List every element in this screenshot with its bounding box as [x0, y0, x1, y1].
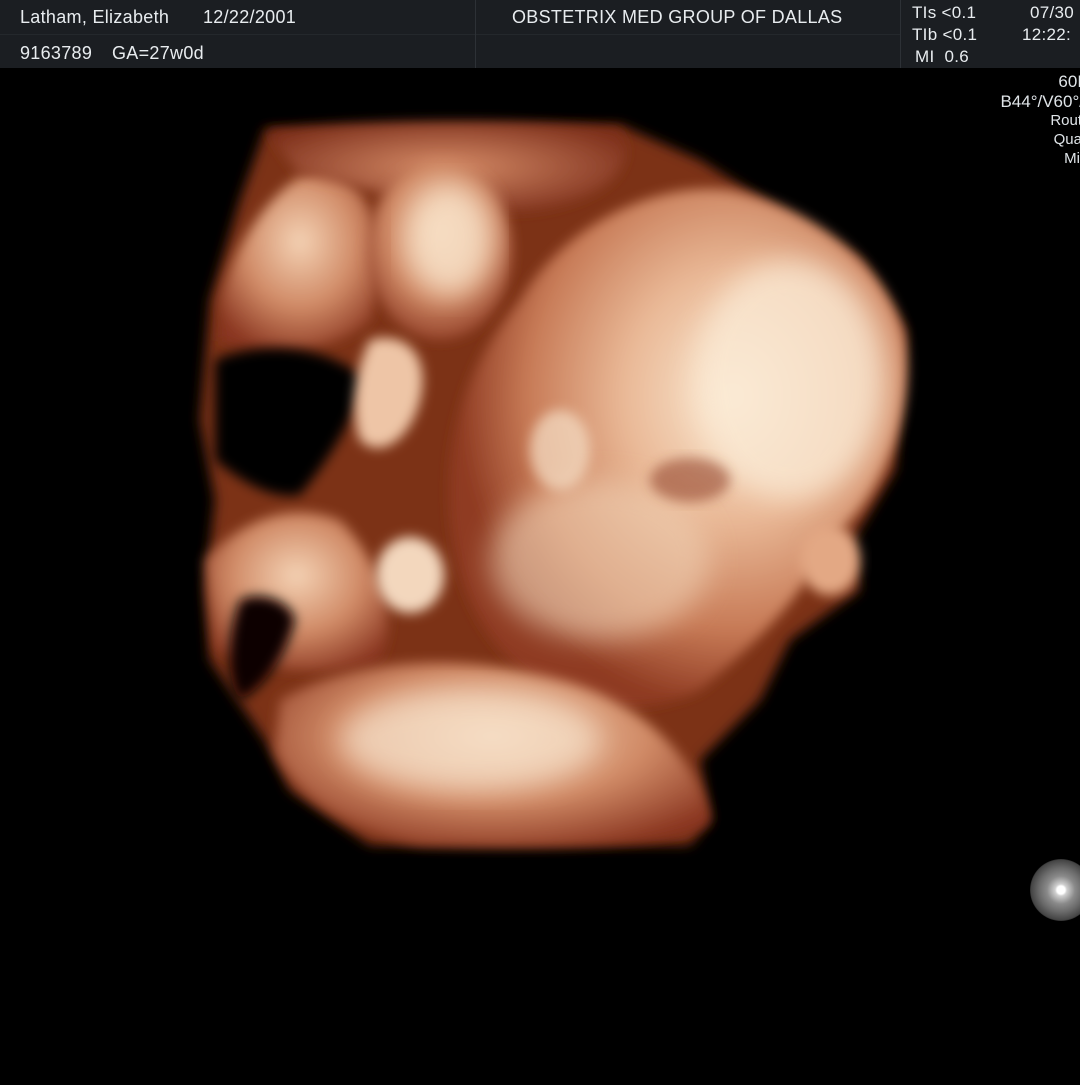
patient-name: Latham, Elizabeth [20, 7, 170, 27]
mechanical-index: MI 0.6 [915, 47, 970, 66]
header-divider [475, 0, 476, 68]
header-row-divider [0, 34, 900, 35]
patient-id: 9163789 [20, 43, 93, 63]
thermal-index-soft-tissue: TIs <0.1 [912, 3, 977, 22]
institution-name: OBSTETRIX MED GROUP OF DALLAS [512, 7, 843, 27]
ultrasound-viewport [0, 68, 1080, 1080]
header-divider [900, 0, 901, 68]
patient-dob: 12/22/2001 [203, 7, 297, 27]
thermal-index-bone: TIb <0.1 [912, 25, 978, 44]
exam-date: 07/30 [1030, 3, 1075, 22]
exam-time: 12:22: [1022, 25, 1072, 44]
fetal-3d-render [200, 121, 907, 847]
scanner-header: Latham, Elizabeth 12/22/2001 9163789 GA=… [0, 0, 1080, 68]
gestational-age: GA=27w0d [112, 43, 204, 63]
